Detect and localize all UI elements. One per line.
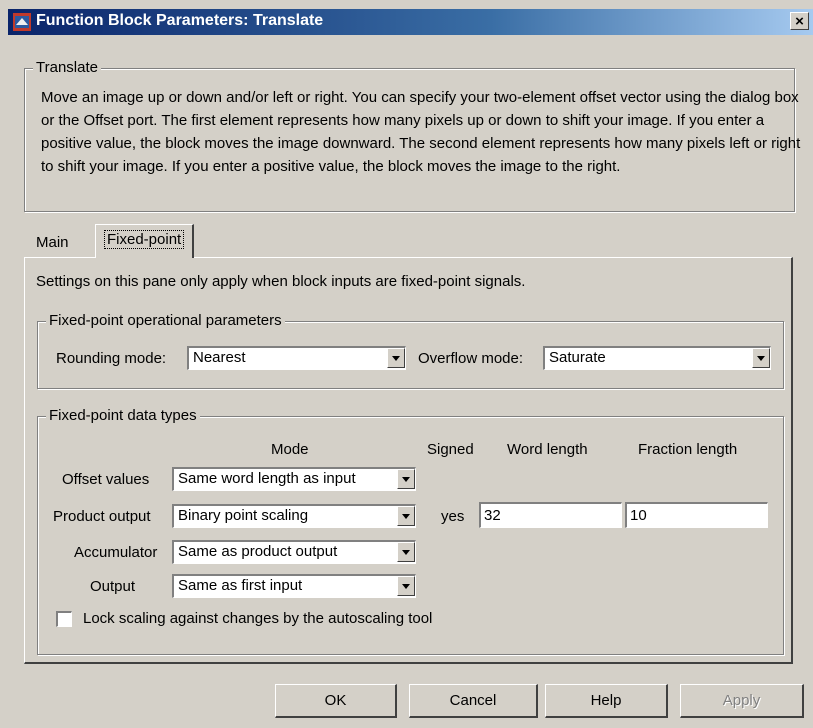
accumulator-label: Accumulator [74,544,158,561]
fixed-point-note: Settings on this pane only apply when bl… [36,273,526,290]
data-types-legend: Fixed-point data types [46,407,200,424]
ok-button[interactable]: OK [275,684,397,718]
chevron-down-icon[interactable] [397,576,415,596]
cancel-button[interactable]: Cancel [409,684,538,718]
chevron-down-icon[interactable] [397,506,415,526]
overflow-mode-select[interactable]: Saturate [543,346,771,370]
rounding-mode-select[interactable]: Nearest [187,346,406,370]
lock-scaling-label[interactable]: Lock scaling against changes by the auto… [83,610,432,627]
lock-scaling-checkbox[interactable] [56,611,72,627]
overflow-mode-label: Overflow mode: [418,350,524,367]
title-bar[interactable]: Function Block Parameters: Translate × [8,9,813,35]
header-signed: Signed [427,441,474,458]
output-mode-select[interactable]: Same as first input [172,574,416,598]
chevron-down-icon[interactable] [397,542,415,562]
window-title: Function Block Parameters: Translate [36,12,324,29]
product-output-word-length-value: 32 [484,507,501,524]
close-icon: × [795,13,804,30]
offset-values-label: Offset values [62,471,150,488]
help-button[interactable]: Help [545,684,668,718]
chevron-down-icon[interactable] [397,469,415,489]
close-button[interactable]: × [790,12,809,30]
product-output-mode-value: Binary point scaling [178,507,309,524]
header-mode: Mode [271,441,309,458]
dialog-window: Function Block Parameters: Translate × T… [0,0,813,728]
tab-main-label: Main [36,234,69,251]
accumulator-mode-value: Same as product output [178,543,338,560]
translate-group: Translate Move an image up or down and/o… [24,59,800,212]
translate-group-legend: Translate [33,59,101,76]
output-mode-value: Same as first input [178,577,303,594]
block-description: Move an image up or down and/or left or … [41,89,801,175]
output-label: Output [90,578,136,595]
product-output-label: Product output [53,508,151,525]
product-output-mode-select[interactable]: Binary point scaling [172,504,416,528]
accumulator-mode-select[interactable]: Same as product output [172,540,416,564]
overflow-mode-value: Saturate [549,349,606,366]
apply-button[interactable]: Apply [680,684,804,718]
product-output-signed: yes [441,508,465,525]
chevron-down-icon[interactable] [752,348,770,368]
simulink-block-icon [13,13,31,31]
product-output-fraction-length-value: 10 [630,507,647,524]
offset-values-mode-value: Same word length as input [178,470,356,487]
offset-values-mode-select[interactable]: Same word length as input [172,467,416,491]
chevron-down-icon[interactable] [387,348,405,368]
operational-parameters-legend: Fixed-point operational parameters [46,312,285,329]
tab-fixed-point-label: Fixed-point [104,230,185,249]
tab-fixed-point[interactable]: Fixed-point [95,224,195,258]
rounding-mode-label: Rounding mode: [56,350,167,367]
header-word-length: Word length [507,441,588,458]
tab-main[interactable]: Main [28,229,77,257]
product-output-fraction-length-input[interactable]: 10 [625,502,768,528]
rounding-mode-value: Nearest [193,349,246,366]
header-fraction-length: Fraction length [638,441,738,458]
product-output-word-length-input[interactable]: 32 [479,502,622,528]
